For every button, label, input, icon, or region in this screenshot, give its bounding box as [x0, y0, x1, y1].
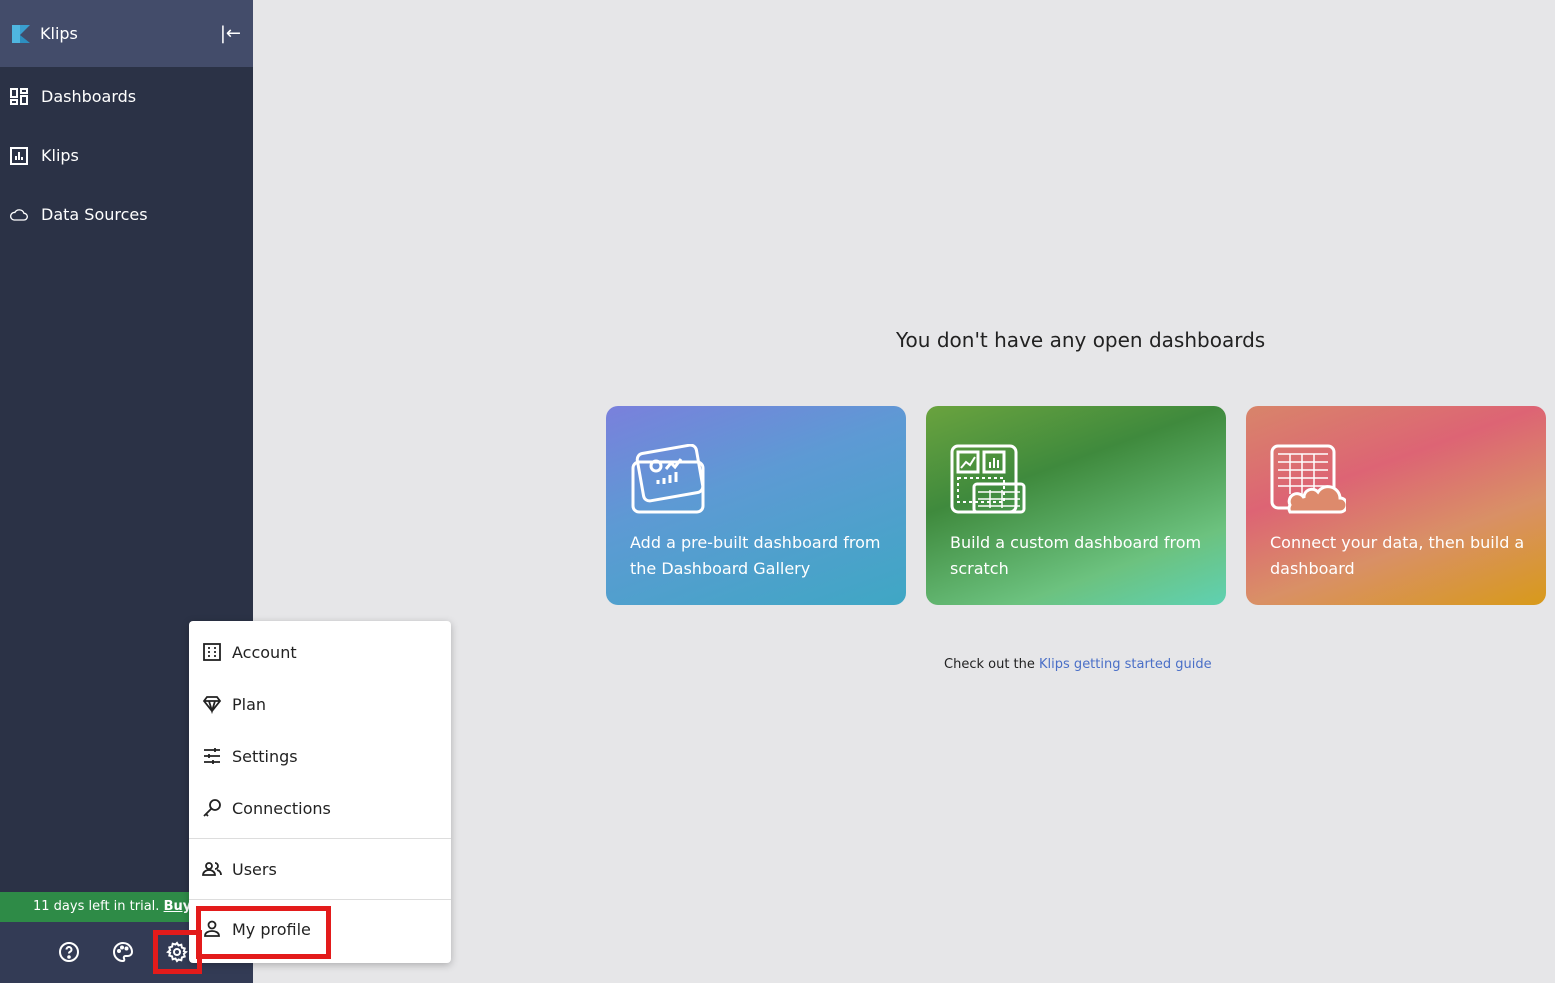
menu-item-account[interactable]: Account: [189, 626, 451, 678]
key-icon: [203, 799, 221, 817]
sidebar-header: Klips |←: [0, 0, 253, 67]
trial-text: 11 days left in trial.: [33, 899, 160, 914]
sidebar-item-label: Data Sources: [41, 205, 148, 224]
menu-item-label: Connections: [232, 798, 331, 818]
menu-item-plan[interactable]: Plan: [189, 678, 451, 730]
card-text: Connect your data, then build a dashboar…: [1270, 533, 1525, 578]
highlight-gear: [153, 930, 202, 974]
menu-item-label: Account: [232, 642, 297, 662]
dashboard-gallery-card[interactable]: Add a pre-built dashboard from the Dashb…: [606, 406, 906, 605]
sidebar-item-klips[interactable]: Klips: [0, 126, 253, 185]
sidebar-item-data-sources[interactable]: Data Sources: [0, 185, 253, 244]
menu-item-label: Plan: [232, 694, 267, 714]
menu-item-label: Settings: [232, 746, 298, 766]
spreadsheet-cloud-icon: [1270, 444, 1346, 514]
guide-prefix: Check out the: [944, 657, 1035, 672]
getting-started-guide: Check out the Klips getting started guid…: [944, 657, 1212, 672]
getting-started-guide-link[interactable]: Klips getting started guide: [1039, 657, 1212, 672]
sliders-icon: [204, 748, 220, 764]
klips-logo-icon: [12, 24, 30, 43]
gallery-dashboard-icon: [631, 444, 705, 514]
card-text: Add a pre-built dashboard from the Dashb…: [630, 533, 881, 578]
menu-item-settings[interactable]: Settings: [189, 730, 451, 782]
menu-item-users[interactable]: Users: [189, 839, 451, 899]
users-icon: [202, 862, 222, 876]
connect-data-card[interactable]: Connect your data, then build a dashboar…: [1246, 406, 1546, 605]
menu-item-label: Users: [232, 859, 277, 879]
highlight-my-profile: [196, 906, 331, 959]
dashboard-grid-icon: [10, 87, 28, 105]
menu-item-connections[interactable]: Connections: [189, 782, 451, 834]
cloud-icon: [10, 208, 28, 221]
empty-state-title: You don't have any open dashboards: [896, 328, 1266, 352]
help-icon[interactable]: [58, 941, 80, 963]
custom-dashboard-icon: [950, 444, 1026, 514]
app-name: Klips: [40, 24, 78, 43]
building-icon: [203, 643, 221, 661]
bar-chart-icon: [10, 146, 28, 165]
collapse-sidebar-icon[interactable]: |←: [220, 23, 241, 44]
card-text: Build a custom dashboard from scratch: [950, 533, 1202, 578]
palette-icon[interactable]: [112, 941, 134, 963]
sidebar-item-dashboards[interactable]: Dashboards: [0, 67, 253, 126]
diamond-icon: [202, 696, 222, 714]
sidebar-item-label: Dashboards: [41, 87, 137, 106]
custom-dashboard-card[interactable]: Build a custom dashboard from scratch: [926, 406, 1226, 605]
sidebar-item-label: Klips: [41, 146, 79, 165]
